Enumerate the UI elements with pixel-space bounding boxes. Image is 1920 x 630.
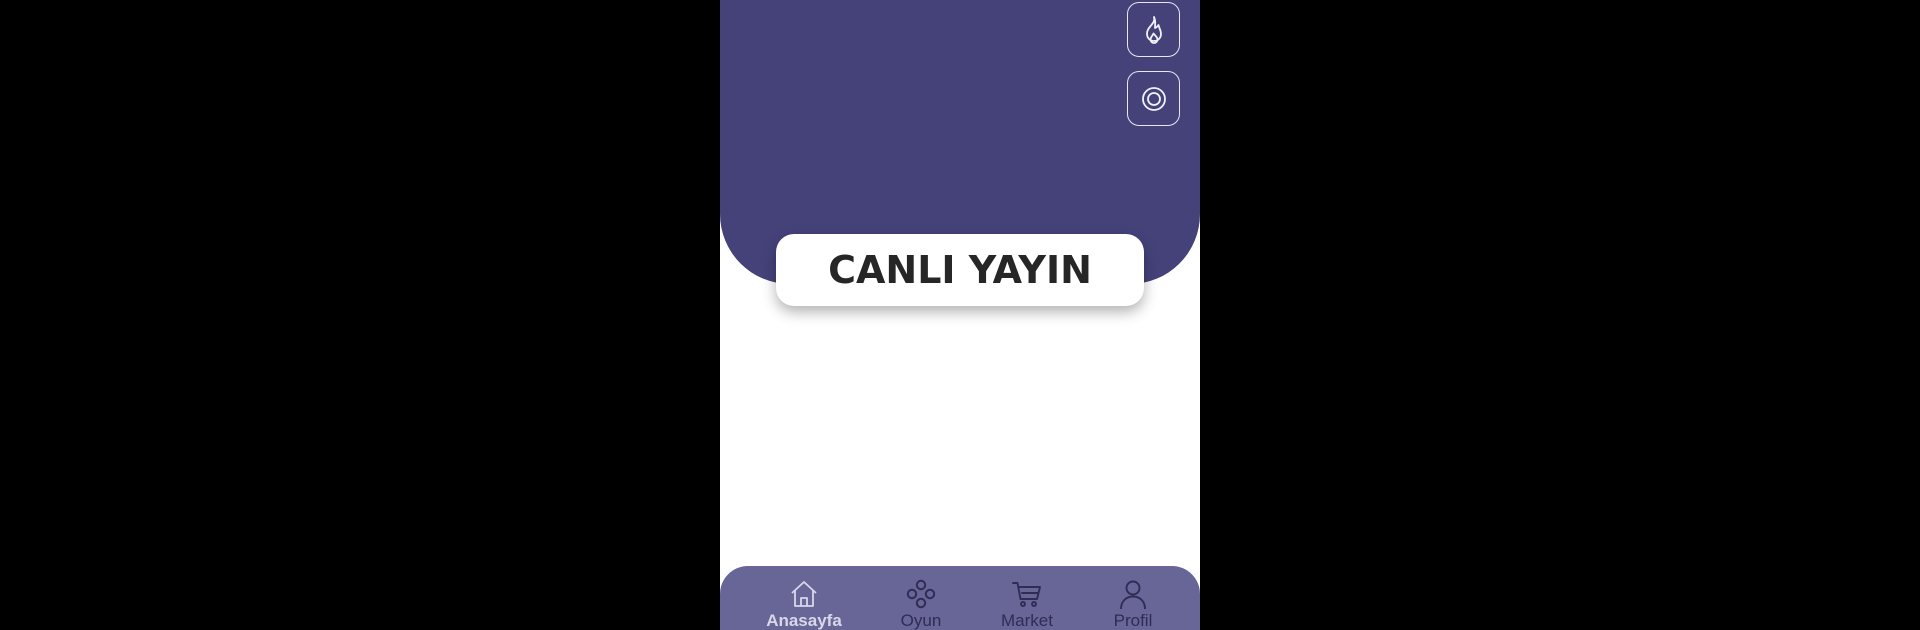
user-icon [1120, 580, 1146, 610]
bottom-nav: Anasayfa Oyun Market Profil [720, 566, 1200, 630]
nav-label-anasayfa: Anasayfa [766, 611, 842, 630]
phone-screen: CANLI YAYIN Anasayfa Oyun Market Profil [720, 0, 1200, 630]
record-button[interactable] [1127, 71, 1180, 126]
flame-button[interactable] [1127, 2, 1180, 57]
nav-label-oyun: Oyun [900, 611, 942, 630]
nav-label-profil: Profil [1113, 611, 1153, 630]
nav-item-oyun[interactable]: Oyun [866, 578, 976, 630]
nav-item-market[interactable]: Market [972, 578, 1082, 630]
flame-icon [1145, 15, 1162, 44]
game-icon [906, 579, 936, 609]
nav-item-profil[interactable]: Profil [1078, 578, 1188, 630]
nav-item-anasayfa[interactable]: Anasayfa [749, 578, 859, 630]
nav-label-market: Market [1001, 611, 1053, 630]
title-card: CANLI YAYIN [776, 234, 1144, 306]
cart-icon [1012, 582, 1041, 607]
home-icon [791, 581, 817, 607]
record-icon [1141, 86, 1166, 111]
page-title: CANLI YAYIN [828, 248, 1092, 292]
